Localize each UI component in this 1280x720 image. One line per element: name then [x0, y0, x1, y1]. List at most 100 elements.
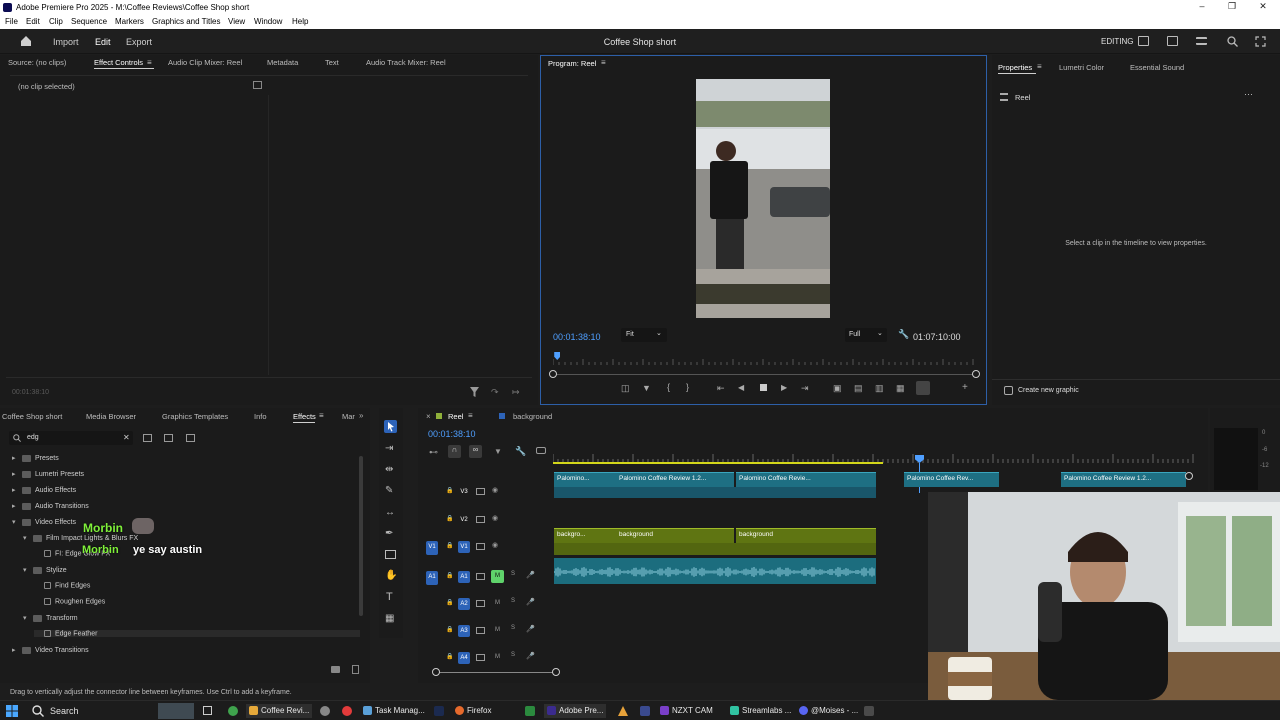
- sync-lock-icon[interactable]: [476, 488, 485, 495]
- word-icon[interactable]: [640, 706, 650, 716]
- tab-metadata[interactable]: Metadata: [267, 58, 298, 67]
- vlc-icon[interactable]: [618, 706, 628, 716]
- clip-v3[interactable]: Palomino Coffee Review 1.2...: [616, 472, 734, 487]
- scroll-handle-right[interactable]: [972, 370, 980, 378]
- tab-effect-controls[interactable]: Effect Controls: [94, 58, 143, 67]
- source-patch-badge[interactable]: A1: [426, 571, 438, 585]
- clear-search-icon[interactable]: ✕: [123, 433, 130, 442]
- microphone-icon[interactable]: 🎤: [526, 625, 535, 633]
- solo-button[interactable]: S: [511, 598, 515, 604]
- scroll-handle-right[interactable]: [552, 668, 560, 676]
- tab-effects[interactable]: Effects: [293, 412, 316, 421]
- nav-edit[interactable]: Edit: [95, 37, 111, 47]
- close-icon[interactable]: ✕: [1257, 1, 1269, 13]
- microphone-icon[interactable]: 🎤: [526, 571, 535, 579]
- scroll-handle-left[interactable]: [549, 370, 557, 378]
- resolution-select[interactable]: Full ⌄: [845, 328, 887, 342]
- linked-selection-icon[interactable]: ∞: [469, 445, 482, 458]
- track-select-tool-icon[interactable]: ⇥: [385, 443, 393, 454]
- razor-tool-icon[interactable]: ✎: [385, 485, 393, 496]
- export-frame-icon[interactable]: ↷: [491, 387, 499, 398]
- photoshop-icon[interactable]: [434, 706, 444, 716]
- app-icon[interactable]: [525, 706, 535, 716]
- safe-margins-button[interactable]: [916, 381, 930, 395]
- yuv-effects-icon[interactable]: [186, 434, 195, 442]
- clip-v1[interactable]: background: [616, 528, 734, 543]
- tab-graphics-templates[interactable]: Graphics Templates: [162, 412, 228, 421]
- export-frame-icon[interactable]: ▣: [833, 383, 842, 394]
- mute-button[interactable]: M: [491, 570, 504, 583]
- sync-lock-icon[interactable]: [476, 654, 485, 661]
- go-to-out-icon[interactable]: ⇥: [801, 383, 809, 394]
- solo-button[interactable]: S: [511, 652, 515, 658]
- menu-graphics-and-titles[interactable]: Graphics and Titles: [152, 17, 220, 26]
- menu-file[interactable]: File: [5, 17, 18, 26]
- effects-tree-item[interactable]: ▾ Stylize: [23, 566, 67, 574]
- tab-project[interactable]: Coffee Shop short: [2, 412, 62, 421]
- clip-v3[interactable]: Palomino Coffee Review 1.2...: [1061, 472, 1186, 487]
- more-options-icon[interactable]: ⋯: [1244, 89, 1253, 100]
- workspace-label[interactable]: EDITING: [1101, 37, 1133, 46]
- stop-icon[interactable]: [760, 384, 767, 391]
- snap-icon[interactable]: ∩: [448, 445, 461, 458]
- clip-a1[interactable]: [553, 558, 876, 584]
- microphone-icon[interactable]: 🎤: [526, 652, 535, 660]
- app-icon[interactable]: [864, 706, 874, 716]
- clip-v1[interactable]: background: [736, 528, 876, 543]
- insert-icon[interactable]: ◫: [621, 383, 630, 394]
- solo-button[interactable]: S: [511, 571, 515, 577]
- mark-out-icon[interactable]: }: [686, 382, 689, 392]
- menu-edit[interactable]: Edit: [26, 17, 40, 26]
- tab-essential-sound[interactable]: Essential Sound: [1130, 63, 1184, 72]
- tab-background[interactable]: background: [513, 412, 552, 421]
- menu-icon[interactable]: [1196, 37, 1207, 45]
- restore-icon[interactable]: ❐: [1226, 1, 1238, 13]
- lock-icon[interactable]: 🔒: [446, 572, 453, 579]
- menu-window[interactable]: Window: [254, 17, 282, 26]
- panel-menu-icon[interactable]: ≡: [601, 58, 606, 67]
- step-back-icon[interactable]: ◀: [738, 383, 744, 392]
- lift-icon[interactable]: ▤: [854, 383, 863, 394]
- share-icon[interactable]: [1167, 36, 1178, 46]
- tab-info[interactable]: Info: [254, 412, 267, 421]
- source-patch-badge[interactable]: V1: [426, 541, 438, 555]
- tab-audio-track-mixer[interactable]: Audio Track Mixer: Reel: [366, 58, 446, 67]
- menu-view[interactable]: View: [228, 17, 245, 26]
- lock-icon[interactable]: 🔒: [446, 599, 453, 606]
- wrench-icon[interactable]: 🔧: [898, 329, 909, 340]
- panel-menu-icon[interactable]: ≡: [147, 58, 152, 67]
- tab-program[interactable]: Program: Reel: [548, 59, 596, 68]
- track-target-badge[interactable]: A3: [458, 625, 470, 637]
- taskbar-app-task-manager[interactable]: Task Manag...: [360, 704, 428, 718]
- work-area-bar[interactable]: [553, 462, 883, 464]
- solo-button[interactable]: S: [511, 625, 515, 631]
- new-folder-icon[interactable]: [331, 666, 340, 673]
- scroll-handle-left[interactable]: [432, 668, 440, 676]
- captions-tool-icon[interactable]: ▦: [385, 613, 394, 624]
- nav-import[interactable]: Import: [53, 37, 79, 47]
- search-icon[interactable]: [1227, 36, 1238, 47]
- tab-source[interactable]: Source: (no clips): [8, 58, 66, 67]
- workspaces-icon[interactable]: [1138, 36, 1149, 46]
- tab-lumetri-color[interactable]: Lumetri Color: [1059, 63, 1104, 72]
- taskbar-app-nzxt-cam[interactable]: NZXT CAM: [657, 704, 716, 718]
- effects-scrollbar[interactable]: [359, 456, 363, 616]
- timeline-timecode[interactable]: 00:01:38:10: [428, 429, 476, 439]
- track-target-badge[interactable]: V3: [458, 486, 470, 498]
- tab-media-browser[interactable]: Media Browser: [86, 412, 136, 421]
- type-tool-icon[interactable]: T: [386, 591, 393, 603]
- lock-icon[interactable]: 🔒: [446, 487, 453, 494]
- effects-tree-item[interactable]: ▾ Film Impact Lights & Blurs FX: [23, 534, 138, 542]
- insert-nest-icon[interactable]: ⊷: [429, 447, 438, 458]
- taskbar-app-discord[interactable]: @Moises - ...: [796, 704, 861, 718]
- sync-lock-icon[interactable]: [476, 543, 485, 550]
- taskbar-app-coffee-reviews[interactable]: Coffee Revi...: [246, 704, 313, 718]
- effects-tree-item[interactable]: ▾ Transform: [23, 614, 78, 622]
- effects-tree-item[interactable]: ▸ Lumetri Presets: [12, 470, 84, 478]
- fullscreen-icon[interactable]: [1255, 36, 1266, 47]
- add-button-icon[interactable]: +: [962, 382, 968, 393]
- opera-icon[interactable]: [342, 706, 352, 716]
- rectangle-tool-icon[interactable]: [385, 550, 396, 559]
- zoom-scrollbar[interactable]: [553, 374, 976, 375]
- zoom-select[interactable]: Fit ⌄: [621, 328, 667, 342]
